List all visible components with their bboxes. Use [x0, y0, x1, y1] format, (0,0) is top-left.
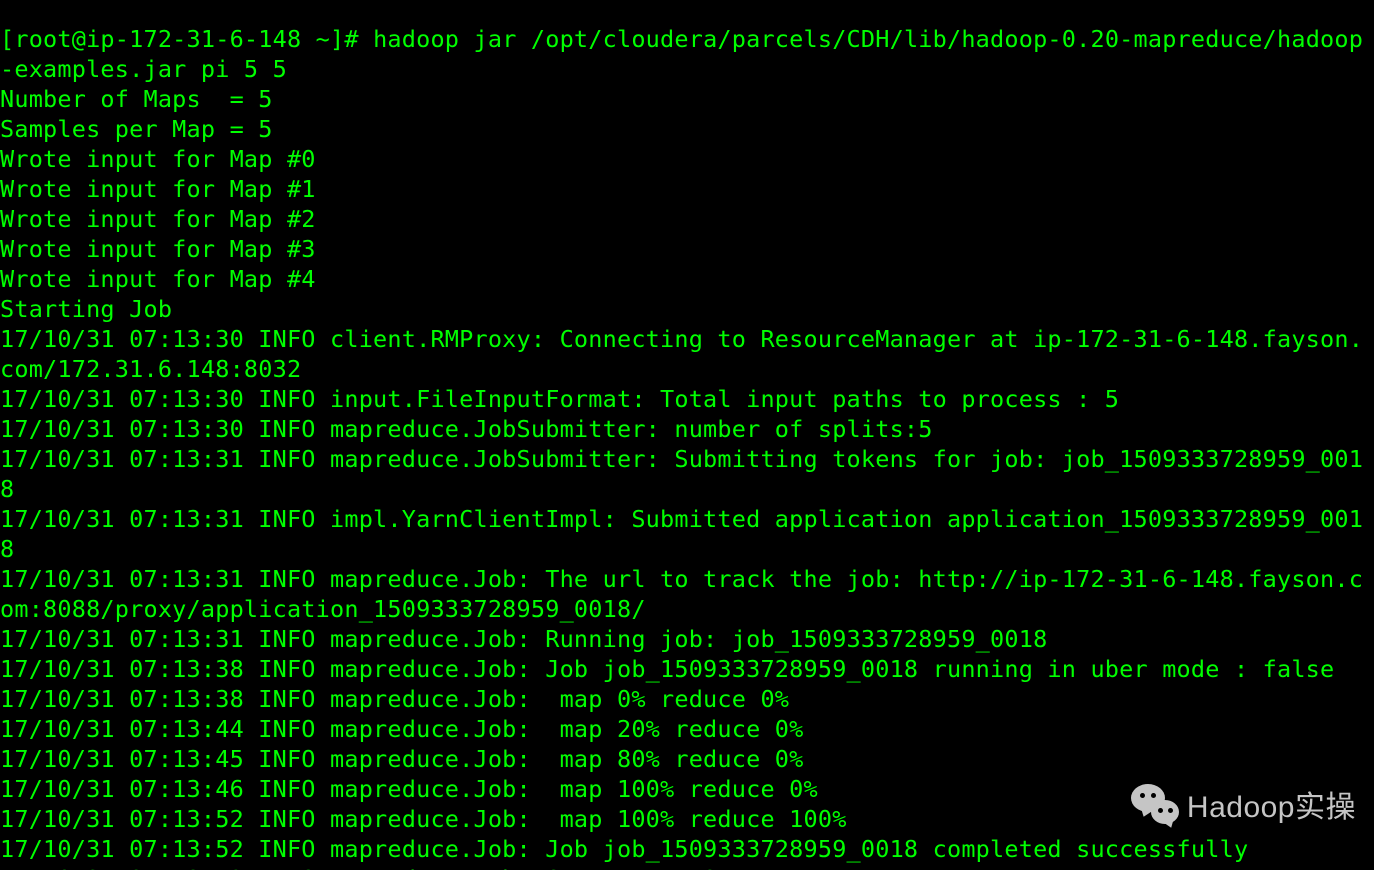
wechat-icon [1131, 782, 1179, 826]
watermark: Hadoop实操 [1131, 782, 1356, 826]
output-line: Wrote input for Map #2 [0, 205, 316, 233]
output-line: Wrote input for Map #1 [0, 175, 316, 203]
output-line: 17/10/31 07:13:52 INFO mapreduce.Job: Jo… [0, 835, 1248, 863]
output-line: 17/10/31 07:13:31 INFO mapreduce.Job: Th… [0, 565, 1363, 623]
output-line: 17/10/31 07:13:31 INFO impl.YarnClientIm… [0, 505, 1363, 563]
terminal-output[interactable]: [root@ip-172-31-6-148 ~]# hadoop jar /op… [0, 24, 1374, 870]
output-line: 17/10/31 07:13:31 INFO mapreduce.JobSubm… [0, 445, 1363, 503]
output-line: 17/10/31 07:13:52 INFO mapreduce.Job: Co… [0, 865, 717, 870]
output-line: Starting Job [0, 295, 172, 323]
output-line: 17/10/31 07:13:30 INFO client.RMProxy: C… [0, 325, 1363, 383]
output-line: Wrote input for Map #3 [0, 235, 316, 263]
output-line: Wrote input for Map #4 [0, 265, 316, 293]
output-line: 17/10/31 07:13:38 INFO mapreduce.Job: Jo… [0, 655, 1334, 683]
output-line: 17/10/31 07:13:30 INFO mapreduce.JobSubm… [0, 415, 933, 443]
output-line: 17/10/31 07:13:38 INFO mapreduce.Job: ma… [0, 685, 789, 713]
output-line: Number of Maps = 5 [0, 85, 273, 113]
output-line: 17/10/31 07:13:30 INFO input.FileInputFo… [0, 385, 1119, 413]
shell-prompt: [root@ip-172-31-6-148 ~]# [0, 25, 373, 53]
output-line: Samples per Map = 5 [0, 115, 273, 143]
output-line: 17/10/31 07:13:52 INFO mapreduce.Job: ma… [0, 805, 847, 833]
output-line: 17/10/31 07:13:44 INFO mapreduce.Job: ma… [0, 715, 804, 743]
watermark-label: Hadoop实操 [1187, 782, 1356, 826]
output-line: Wrote input for Map #0 [0, 145, 316, 173]
output-line: 17/10/31 07:13:45 INFO mapreduce.Job: ma… [0, 745, 804, 773]
output-line: 17/10/31 07:13:46 INFO mapreduce.Job: ma… [0, 775, 818, 803]
output-line: 17/10/31 07:13:31 INFO mapreduce.Job: Ru… [0, 625, 1047, 653]
